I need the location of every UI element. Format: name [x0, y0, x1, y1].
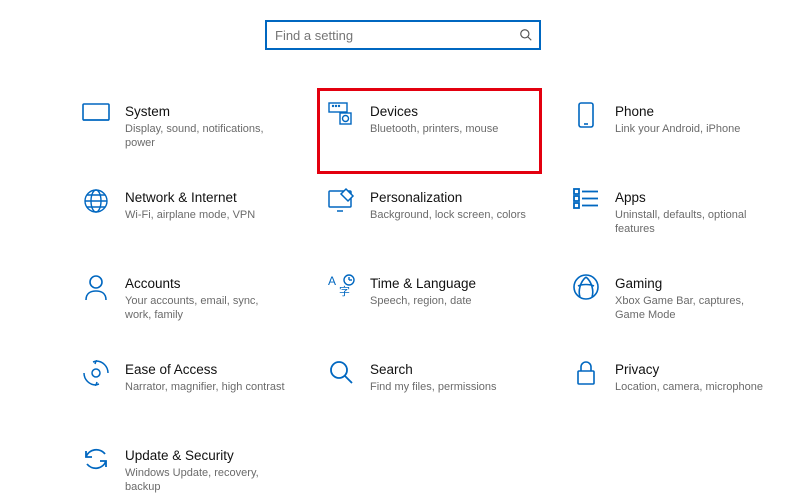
tile-subtitle: Background, lock screen, colors [370, 208, 526, 223]
tile-subtitle: Speech, region, date [370, 294, 476, 309]
svg-text:字: 字 [339, 284, 350, 298]
update-icon [79, 445, 113, 475]
tile-subtitle: Display, sound, notifications, power [125, 122, 285, 152]
network-icon [79, 187, 113, 217]
tile-time-language[interactable]: A 字 Time & Language Speech, region, date [317, 260, 542, 346]
tile-title: System [125, 103, 285, 121]
tile-apps[interactable]: Apps Uninstall, defaults, optional featu… [562, 174, 787, 260]
tile-privacy[interactable]: Privacy Location, camera, microphone [562, 346, 787, 432]
settings-grid: System Display, sound, notifications, po… [72, 88, 760, 503]
tile-subtitle: Wi-Fi, airplane mode, VPN [125, 208, 255, 223]
gaming-icon [569, 273, 603, 303]
tile-title: Privacy [615, 361, 763, 379]
tile-personalization[interactable]: Personalization Background, lock screen,… [317, 174, 542, 260]
search-container [265, 20, 541, 50]
personalization-icon [324, 187, 358, 217]
tile-subtitle: Location, camera, microphone [615, 380, 763, 395]
tile-network[interactable]: Network & Internet Wi-Fi, airplane mode,… [72, 174, 297, 260]
tile-title: Network & Internet [125, 189, 255, 207]
system-icon [79, 101, 113, 131]
tile-title: Gaming [615, 275, 775, 293]
search-tile-icon [324, 359, 358, 389]
tile-subtitle: Link your Android, iPhone [615, 122, 740, 137]
tile-title: Personalization [370, 189, 526, 207]
tile-title: Accounts [125, 275, 285, 293]
phone-icon [569, 101, 603, 131]
time-language-icon: A 字 [324, 273, 358, 303]
tile-subtitle: Bluetooth, printers, mouse [370, 122, 498, 137]
tile-devices[interactable]: Devices Bluetooth, printers, mouse [317, 88, 542, 174]
accounts-icon [79, 273, 113, 303]
tile-subtitle: Narrator, magnifier, high contrast [125, 380, 285, 395]
tile-title: Time & Language [370, 275, 476, 293]
tile-title: Phone [615, 103, 740, 121]
tile-subtitle: Uninstall, defaults, optional features [615, 208, 775, 238]
tile-title: Apps [615, 189, 775, 207]
tile-search[interactable]: Search Find my files, permissions [317, 346, 542, 432]
tile-subtitle: Your accounts, email, sync, work, family [125, 294, 285, 324]
tile-title: Ease of Access [125, 361, 285, 379]
search-input[interactable] [265, 20, 541, 50]
tile-ease-of-access[interactable]: Ease of Access Narrator, magnifier, high… [72, 346, 297, 432]
svg-text:A: A [328, 274, 336, 288]
tile-gaming[interactable]: Gaming Xbox Game Bar, captures, Game Mod… [562, 260, 787, 346]
privacy-icon [569, 359, 603, 389]
tile-subtitle: Xbox Game Bar, captures, Game Mode [615, 294, 775, 324]
tile-accounts[interactable]: Accounts Your accounts, email, sync, wor… [72, 260, 297, 346]
tile-title: Update & Security [125, 447, 285, 465]
ease-of-access-icon [79, 359, 113, 389]
tile-system[interactable]: System Display, sound, notifications, po… [72, 88, 297, 174]
tile-update-security[interactable]: Update & Security Windows Update, recove… [72, 432, 297, 503]
tile-phone[interactable]: Phone Link your Android, iPhone [562, 88, 787, 174]
tile-title: Devices [370, 103, 498, 121]
tile-title: Search [370, 361, 497, 379]
devices-icon [324, 101, 358, 131]
tile-subtitle: Windows Update, recovery, backup [125, 466, 285, 496]
apps-icon [569, 187, 603, 217]
tile-subtitle: Find my files, permissions [370, 380, 497, 395]
